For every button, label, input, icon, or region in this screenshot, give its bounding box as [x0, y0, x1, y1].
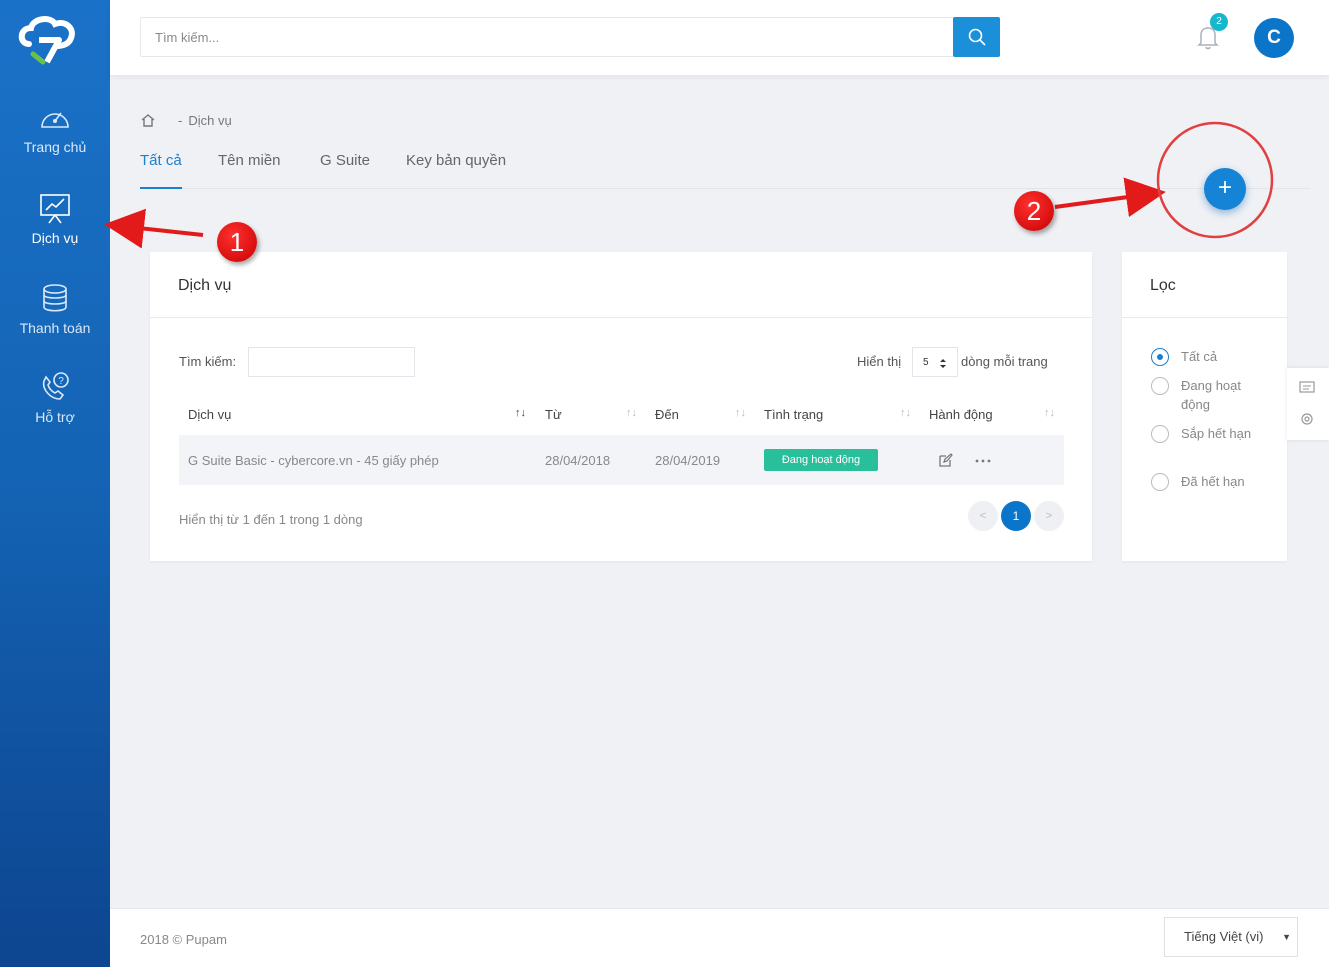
chat-icon[interactable]	[1299, 381, 1315, 395]
page-size-select[interactable]: 5	[912, 347, 958, 377]
filter-label-expired: Đã hết hạn	[1181, 474, 1245, 489]
filter-radio-all[interactable]	[1151, 348, 1169, 366]
global-search	[140, 17, 1000, 57]
sort-icon[interactable]: ↑↓	[735, 407, 746, 419]
filter-card-title: Lọc	[1122, 252, 1287, 318]
pagination-next[interactable]: >	[1034, 501, 1064, 531]
sidebar: Trang chủ Dịch vụ Thanh toán ? Hỗ trợ	[0, 0, 110, 967]
cloud-logo-icon[interactable]	[17, 14, 79, 66]
side-widget	[1287, 368, 1329, 440]
page-size-value: 5	[923, 357, 929, 368]
more-options-icon[interactable]	[975, 459, 991, 463]
sidebar-item-label: Thanh toán	[19, 320, 91, 336]
show-label: Hiển thị	[857, 354, 902, 369]
col-header-from[interactable]: Từ	[545, 407, 562, 422]
table-search-input[interactable]	[248, 347, 415, 377]
notification-badge: 2	[1210, 13, 1228, 31]
tab-license-key[interactable]: Key bản quyền	[406, 152, 506, 189]
filter-label-all: Tất cả	[1181, 349, 1218, 364]
filter-radio-active[interactable]	[1151, 377, 1169, 395]
pagination-prev[interactable]: <	[968, 501, 998, 531]
presentation-chart-icon	[40, 194, 70, 224]
filter-label-active: Đang hoạt động	[1181, 378, 1241, 412]
col-header-status[interactable]: Tình trạng	[764, 407, 823, 422]
col-header-actions[interactable]: Hành động	[929, 407, 993, 422]
sidebar-item-label: Trang chủ	[23, 139, 87, 155]
settings-icon[interactable]	[1299, 411, 1315, 427]
avatar[interactable]: C	[1254, 18, 1294, 58]
cell-from: 28/04/2018	[545, 453, 611, 468]
sidebar-item-label: Hỗ trợ	[35, 409, 75, 425]
status-badge: Đang hoạt động	[764, 449, 878, 471]
add-service-button[interactable]: +	[1204, 168, 1246, 210]
breadcrumb-current: Dịch vụ	[188, 113, 232, 128]
search-input[interactable]	[141, 18, 921, 56]
col-header-service[interactable]: Dịch vụ	[188, 407, 231, 422]
copyright-text: 2018 © Pupam	[140, 932, 227, 947]
tab-all[interactable]: Tất cả	[140, 152, 182, 189]
annotation-arrow-1	[104, 208, 204, 249]
services-card-title: Dịch vụ	[150, 252, 1092, 318]
caret-down-icon: ▼	[1282, 932, 1291, 942]
edit-icon[interactable]	[938, 453, 953, 468]
language-select[interactable]: Tiếng Việt (vi) ▼	[1164, 917, 1298, 957]
tab-domains[interactable]: Tên miền	[218, 152, 281, 189]
svg-text:?: ?	[58, 376, 64, 387]
annotation-number-1: 1	[217, 222, 257, 262]
coins-stack-icon	[43, 284, 67, 312]
breadcrumb-separator: -	[178, 113, 183, 128]
breadcrumb: - Dịch vụ	[140, 113, 232, 128]
phone-question-icon: ?	[42, 372, 69, 400]
sort-icon[interactable]: ↑↓	[515, 407, 526, 419]
col-header-to[interactable]: Đến	[655, 407, 679, 422]
top-header: 2 C	[110, 0, 1329, 75]
sort-updown-icon	[940, 359, 946, 368]
annotation-arrow-2	[1054, 177, 1166, 218]
sidebar-item-services[interactable]: Dịch vụ	[0, 192, 110, 246]
cell-to: 28/04/2019	[655, 453, 721, 468]
tab-gsuite[interactable]: G Suite	[320, 152, 370, 189]
sort-icon[interactable]: ↑↓	[1044, 407, 1055, 419]
tab-bar: Tất cả Tên miền G Suite Key bản quyền	[140, 152, 1310, 189]
search-button[interactable]	[953, 17, 1000, 57]
annotation-number-2: 2	[1014, 191, 1054, 231]
annotation-overlay	[104, 121, 1274, 249]
sidebar-item-payment[interactable]: Thanh toán	[0, 282, 110, 336]
footer: 2018 © Pupam Tiếng Việt (vi) ▼	[110, 908, 1329, 967]
language-value: Tiếng Việt (vi)	[1184, 929, 1264, 944]
table-summary: Hiển thị từ 1 đến 1 trong 1 dòng	[179, 512, 363, 527]
home-icon[interactable]	[140, 113, 156, 128]
search-icon	[968, 28, 986, 46]
cell-service: G Suite Basic - cybercore.vn - 45 giấy p…	[188, 453, 439, 468]
sort-icon[interactable]: ↑↓	[900, 407, 911, 419]
filter-label-expiring: Sắp hết hạn	[1181, 426, 1252, 441]
table-search-label: Tìm kiếm:	[179, 354, 237, 369]
sidebar-item-home[interactable]: Trang chủ	[0, 103, 110, 155]
per-page-label: dòng mỗi trang	[961, 354, 1048, 369]
sort-icon[interactable]: ↑↓	[626, 407, 637, 419]
dashboard-gauge-icon	[41, 112, 69, 128]
pagination-page-1[interactable]: 1	[1001, 501, 1031, 531]
filter-radio-expiring[interactable]	[1151, 425, 1169, 443]
filter-radio-expired[interactable]	[1151, 473, 1169, 491]
sidebar-item-support[interactable]: ? Hỗ trợ	[0, 371, 110, 425]
sidebar-item-label: Dịch vụ	[31, 230, 79, 246]
